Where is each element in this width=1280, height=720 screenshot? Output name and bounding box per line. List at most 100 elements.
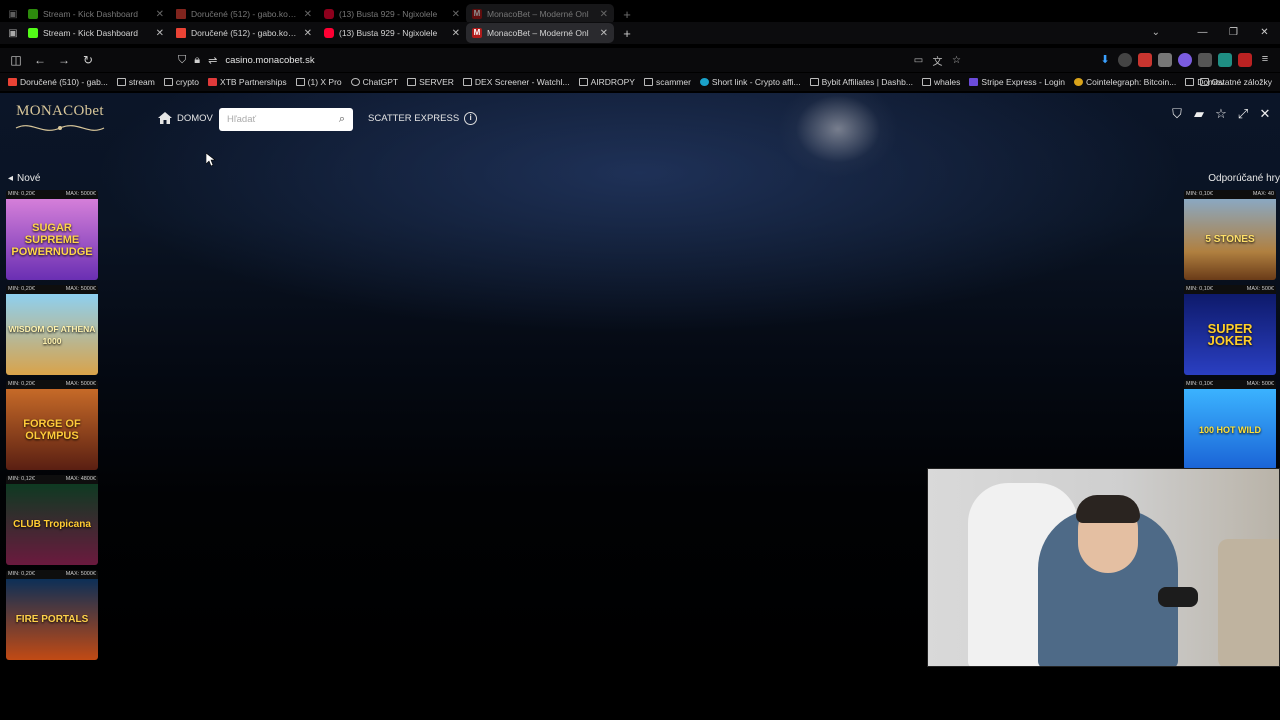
address-bar[interactable]: ⛉ 🔒︎ ⇌ casino.monacobet.sk xyxy=(178,50,978,70)
tab-gmail[interactable]: Doručené (512) - gabo.kopcek@ ✕ xyxy=(170,23,318,43)
tab-kick[interactable]: Stream - Kick Dashboard ✕ xyxy=(22,23,170,43)
scatter-express-link[interactable]: SCATTER EXPRESS i xyxy=(368,112,478,125)
star-icon[interactable]: ☆ xyxy=(950,55,963,66)
new-tab-button[interactable]: + xyxy=(618,26,636,41)
bookmark-label: SERVER xyxy=(419,77,454,87)
game-limits: MIN: 0,20€ MAX: 5000€ xyxy=(6,190,98,199)
tab-youtube[interactable]: (13) Busta 929 - Ngixolele ✕ xyxy=(318,23,466,43)
game-tile[interactable]: MIN: 0,20€ MAX: 5000€ FORGE OF OLYMPUS xyxy=(6,380,98,470)
game-min: MIN: 0,20€ xyxy=(8,191,35,197)
translate-icon[interactable]: 文 xyxy=(931,53,944,68)
game-limits: MIN: 0,20€ MAX: 5000€ xyxy=(6,285,98,294)
close-icon: ✕ xyxy=(451,8,460,20)
bookmark[interactable]: SERVER xyxy=(407,77,454,87)
menu-icon[interactable]: ≡ xyxy=(1258,53,1272,67)
search-box[interactable]: ⌕ xyxy=(219,108,353,131)
extension-teal-icon[interactable] xyxy=(1218,53,1232,67)
close-icon[interactable]: ✕ xyxy=(304,28,312,39)
bookmark[interactable]: scammer xyxy=(643,77,691,87)
bookmark[interactable]: crypto xyxy=(163,77,199,87)
extension-red2-icon[interactable] xyxy=(1238,53,1252,67)
game-limits: MIN: 0,10€ MAX: 40 xyxy=(1184,190,1276,199)
close-icon[interactable]: ✕ xyxy=(600,28,608,39)
monacobet-logo[interactable]: MONACObet xyxy=(12,103,108,139)
bookmark-label: Short link - Crypto affi... xyxy=(711,77,801,87)
game-min: MIN: 0,10€ xyxy=(1186,286,1213,292)
tab-actions-icon[interactable]: ▣ xyxy=(4,28,22,39)
close-icon[interactable]: ✕ xyxy=(1258,107,1272,121)
ghost-tab-title: (13) Busta 929 - Ngixolele xyxy=(339,9,438,19)
game-tile[interactable]: MIN: 0,10€ MAX: 500€ SUPER JOKER xyxy=(1184,285,1276,375)
game-art: SUPER JOKER xyxy=(1184,294,1276,375)
minimize-button[interactable]: — xyxy=(1187,22,1218,44)
search-icon[interactable]: ⌕ xyxy=(339,113,345,126)
back-button[interactable]: ← xyxy=(28,53,52,67)
nav-home-label: DOMOV xyxy=(177,112,213,124)
wallet-icon[interactable]: ▰ xyxy=(1192,107,1206,121)
chevron-left-icon[interactable]: ◂ xyxy=(8,173,13,184)
close-icon[interactable]: ✕ xyxy=(156,28,164,39)
bookmark[interactable]: Doručené (510) - gab... xyxy=(8,77,108,87)
bookmark[interactable]: (1) X Pro xyxy=(295,77,342,87)
extension-gray-icon[interactable] xyxy=(1158,53,1172,67)
navigation-bar: ◫ ← → ↻ ⛉ 🔒︎ ⇌ casino.monacobet.sk ▭ 文 ☆… xyxy=(0,48,1280,72)
shield-icon[interactable]: ⛉ xyxy=(178,54,186,67)
sidebar-toggle-icon[interactable]: ◫ xyxy=(4,53,28,67)
game-tile[interactable]: MIN: 0,12€ MAX: 4800€ CLUB Tropicana xyxy=(6,475,98,565)
other-bookmarks[interactable]: Ostatné záložky xyxy=(1199,73,1272,91)
bookmark[interactable]: XTB Partnerships xyxy=(208,77,287,87)
forward-button[interactable]: → xyxy=(52,53,76,67)
install-app-icon[interactable]: ▭ xyxy=(912,55,925,66)
bookmark[interactable]: DEX Screener - Watchl... xyxy=(462,77,570,87)
game-tile[interactable]: MIN: 0,20€ MAX: 5000€ SUGAR SUPREME POWERN… xyxy=(6,190,98,280)
reload-button[interactable]: ↻ xyxy=(76,53,100,67)
lock-icon[interactable]: 🔒︎ xyxy=(194,54,200,67)
close-window-button[interactable]: ✕ xyxy=(1249,22,1280,44)
close-icon[interactable]: ✕ xyxy=(452,28,460,39)
game-tile[interactable]: MIN: 0,20€ MAX: 5000€ FIRE PORTALS xyxy=(6,570,98,660)
url-text[interactable]: casino.monacobet.sk xyxy=(225,55,314,66)
monacobet-icon: M xyxy=(472,9,482,19)
bookmark[interactable]: Bybit Affiliates | Dashb... xyxy=(809,77,913,87)
game-name: CLUB Tropicana xyxy=(13,518,91,530)
game-art: 5 STONES xyxy=(1184,199,1276,280)
game-tile[interactable]: MIN: 0,20€ MAX: 5000€ WISDOM OF ATHENA 100… xyxy=(6,285,98,375)
game-tile[interactable]: MIN: 0,10€ MAX: 500€ 100 HOT WILD xyxy=(1184,380,1276,470)
info-icon[interactable]: i xyxy=(464,112,478,125)
game-max: MAX: 5000€ xyxy=(65,571,96,577)
rail-title[interactable]: ◂ Nové xyxy=(2,170,102,186)
link-icon xyxy=(699,78,709,86)
tab-monacobet[interactable]: M MonacoBet – Moderné Onl ✕ xyxy=(466,23,614,43)
bookmark[interactable]: Short link - Crypto affi... xyxy=(699,77,801,87)
nav-home[interactable]: DOMOV xyxy=(158,112,213,124)
favorite-star-icon[interactable]: ☆ xyxy=(1214,107,1228,121)
close-icon: ✕ xyxy=(155,8,164,20)
game-tile[interactable]: MIN: 0,10€ MAX: 40 5 STONES xyxy=(1184,190,1276,280)
bookmark[interactable]: AIRDROPY xyxy=(578,77,635,87)
bookmark[interactable]: ChatGPT xyxy=(350,77,398,87)
ghost-tab-title: MonacoBet – Moderné Onl xyxy=(487,9,589,19)
extension-red-icon[interactable] xyxy=(1138,53,1152,67)
recommended-games-rail: Odporúčané hry MIN: 0,10€ MAX: 40 5 STONES… xyxy=(1180,170,1280,475)
bookmark[interactable]: Cointelegraph: Bitcoin... xyxy=(1074,77,1176,87)
plus-icon: + xyxy=(623,6,631,22)
chevron-down-icon[interactable]: ⌄ xyxy=(1152,22,1160,44)
tab-title: Stream - Kick Dashboard xyxy=(43,28,138,38)
restore-button[interactable]: ❐ xyxy=(1218,22,1249,44)
bookmark[interactable]: whales xyxy=(921,77,961,87)
close-icon: ✕ xyxy=(303,8,312,20)
game-max: MAX: 5000€ xyxy=(65,191,96,197)
game-limits: MIN: 0,20€ MAX: 5000€ xyxy=(6,570,98,579)
bookmark-label: whales xyxy=(933,77,961,87)
bookmark[interactable]: Stripe Express - Login xyxy=(969,77,1065,87)
account-icon[interactable] xyxy=(1118,53,1132,67)
extension-purple-icon[interactable] xyxy=(1178,53,1192,67)
extension-puzzle-icon[interactable] xyxy=(1198,53,1212,67)
bookmark[interactable]: stream xyxy=(116,77,155,87)
fullscreen-icon[interactable]: ⤢ xyxy=(1236,107,1250,121)
site-settings-icon[interactable]: ⇌ xyxy=(208,54,217,67)
download-icon[interactable]: ⬇ xyxy=(1098,53,1112,67)
search-input[interactable] xyxy=(227,114,339,125)
shield-icon[interactable]: ⛉ xyxy=(1170,107,1184,121)
rail-title[interactable]: Odporúčané hry xyxy=(1180,170,1280,186)
